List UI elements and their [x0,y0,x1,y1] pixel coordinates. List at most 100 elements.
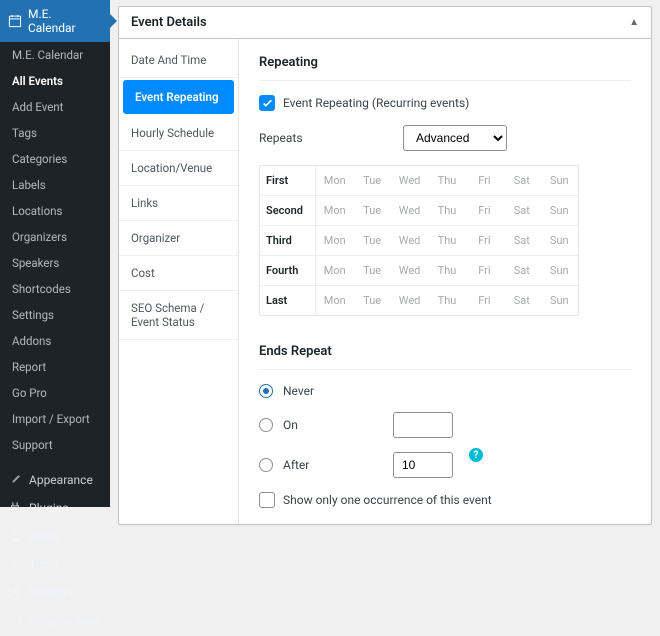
sidebar-item-speakers[interactable]: Speakers [0,250,110,276]
repeat-row-label: Fourth [260,256,316,285]
repeat-cell-second-thu[interactable]: Thu [428,196,465,225]
collapse-icon [8,614,22,628]
tab-cost[interactable]: Cost [119,256,238,291]
repeat-cell-fourth-mon[interactable]: Mon [316,256,353,285]
repeat-cell-first-fri[interactable]: Fri [466,166,503,195]
repeat-cell-first-mon[interactable]: Mon [316,166,353,195]
ends-on-radio[interactable] [259,418,273,432]
sidebar-item-report[interactable]: Report [0,354,110,380]
repeat-cell-fourth-sun[interactable]: Sun [541,256,578,285]
repeat-cell-fourth-tue[interactable]: Tue [353,256,390,285]
divider [259,369,631,370]
sidebar-item-all-events[interactable]: All Events [0,68,110,94]
repeat-cell-third-thu[interactable]: Thu [428,226,465,255]
repeat-cell-fourth-wed[interactable]: Wed [391,256,428,285]
tab-seo-schema-event-status[interactable]: SEO Schema / Event Status [119,291,238,340]
sidebar-item-tags[interactable]: Tags [0,120,110,146]
ends-never-radio[interactable] [259,384,273,398]
show-only-one-row[interactable]: Show only one occurrence of this event [259,492,631,508]
repeat-cell-fourth-thu[interactable]: Thu [428,256,465,285]
repeat-cell-last-wed[interactable]: Wed [391,286,428,315]
sidebar-item-settings[interactable]: Settings [0,578,110,606]
repeat-cell-second-tue[interactable]: Tue [353,196,390,225]
repeat-row-last: LastMonTueWedThuFriSatSun [260,286,578,315]
sidebar-item-m-e-calendar[interactable]: M.E. Calendar [0,42,110,68]
repeat-cell-second-mon[interactable]: Mon [316,196,353,225]
sidebar-item-import-export[interactable]: Import / Export [0,406,110,432]
repeat-cell-last-tue[interactable]: Tue [353,286,390,315]
ends-after-row[interactable]: After ? [259,452,631,478]
repeat-cell-second-wed[interactable]: Wed [391,196,428,225]
ends-on-date-input[interactable] [393,412,453,438]
sidebar-plugin-header[interactable]: M.E. Calendar [0,0,110,42]
collapse-label: Collapse menu [29,615,102,628]
repeat-cell-third-mon[interactable]: Mon [316,226,353,255]
repeat-cell-first-thu[interactable]: Thu [428,166,465,195]
repeat-cell-third-sun[interactable]: Sun [541,226,578,255]
repeat-cell-last-fri[interactable]: Fri [466,286,503,315]
show-only-one-checkbox[interactable] [259,492,275,508]
repeat-cell-last-sat[interactable]: Sat [503,286,540,315]
sidebar-item-users[interactable]: Users [0,522,110,550]
repeat-cell-third-wed[interactable]: Wed [391,226,428,255]
event-repeating-checkbox-label: Event Repeating (Recurring events) [283,96,469,110]
divider [259,80,631,81]
sidebar-item-support[interactable]: Support [0,432,110,458]
sidebar-item-shortcodes[interactable]: Shortcodes [0,276,110,302]
tab-date-and-time[interactable]: Date And Time [119,43,238,78]
repeat-cell-fourth-sat[interactable]: Sat [503,256,540,285]
ends-after-radio[interactable] [259,458,273,472]
postbox-toggle-icon[interactable]: ▲ [629,17,639,28]
collapse-menu[interactable]: Collapse menu [0,606,110,636]
sidebar-item-appearance[interactable]: Appearance [0,466,110,494]
wrench-icon [8,557,22,571]
repeat-cell-first-wed[interactable]: Wed [391,166,428,195]
ends-on-row[interactable]: On [259,412,631,438]
repeat-cell-third-sat[interactable]: Sat [503,226,540,255]
repeat-cell-second-fri[interactable]: Fri [466,196,503,225]
ends-never-row[interactable]: Never [259,384,631,398]
event-repeating-checkbox-row[interactable]: Event Repeating (Recurring events) [259,95,631,111]
sidebar-item-categories[interactable]: Categories [0,146,110,172]
repeat-row-third: ThirdMonTueWedThuFriSatSun [260,226,578,256]
check-icon [262,98,273,109]
repeat-cell-last-sun[interactable]: Sun [541,286,578,315]
sidebar-item-go-pro[interactable]: Go Pro [0,380,110,406]
repeat-cell-second-sun[interactable]: Sun [541,196,578,225]
sidebar-item-add-event[interactable]: Add Event [0,94,110,120]
repeat-cell-fourth-fri[interactable]: Fri [466,256,503,285]
repeat-cell-first-sat[interactable]: Sat [503,166,540,195]
tab-location-venue[interactable]: Location/Venue [119,151,238,186]
repeats-select[interactable]: Advanced [403,125,507,151]
sidebar-item-settings[interactable]: Settings [0,302,110,328]
main-content: Event Details ▲ Date And TimeEvent Repea… [110,0,660,507]
tab-event-repeating[interactable]: Event Repeating [123,80,234,114]
repeat-row-label: Second [260,196,316,225]
event-repeating-panel: Repeating Event Repeating (Recurring eve… [239,39,651,524]
repeat-cell-last-mon[interactable]: Mon [316,286,353,315]
ends-on-label: On [283,418,323,432]
sidebar-item-plugins[interactable]: Plugins [0,494,110,522]
repeat-cell-second-sat[interactable]: Sat [503,196,540,225]
tab-hourly-schedule[interactable]: Hourly Schedule [119,116,238,151]
repeating-heading: Repeating [259,55,631,70]
repeats-row: Repeats Advanced [259,125,631,151]
event-repeating-checkbox[interactable] [259,95,275,111]
repeat-cell-third-fri[interactable]: Fri [466,226,503,255]
repeat-cell-first-sun[interactable]: Sun [541,166,578,195]
sidebar-item-labels[interactable]: Labels [0,172,110,198]
repeat-cell-first-tue[interactable]: Tue [353,166,390,195]
help-icon[interactable]: ? [469,448,483,462]
repeat-cell-last-thu[interactable]: Thu [428,286,465,315]
sidebar-item-locations[interactable]: Locations [0,198,110,224]
sidebar-item-tools[interactable]: Tools [0,550,110,578]
tab-links[interactable]: Links [119,186,238,221]
user-icon [8,529,22,543]
sidebar-plugin-name: M.E. Calendar [28,7,102,35]
repeat-cell-third-tue[interactable]: Tue [353,226,390,255]
tab-organizer[interactable]: Organizer [119,221,238,256]
ends-after-count-input[interactable] [393,452,453,478]
repeat-row-label: First [260,166,316,195]
sidebar-item-addons[interactable]: Addons [0,328,110,354]
sidebar-item-organizers[interactable]: Organizers [0,224,110,250]
